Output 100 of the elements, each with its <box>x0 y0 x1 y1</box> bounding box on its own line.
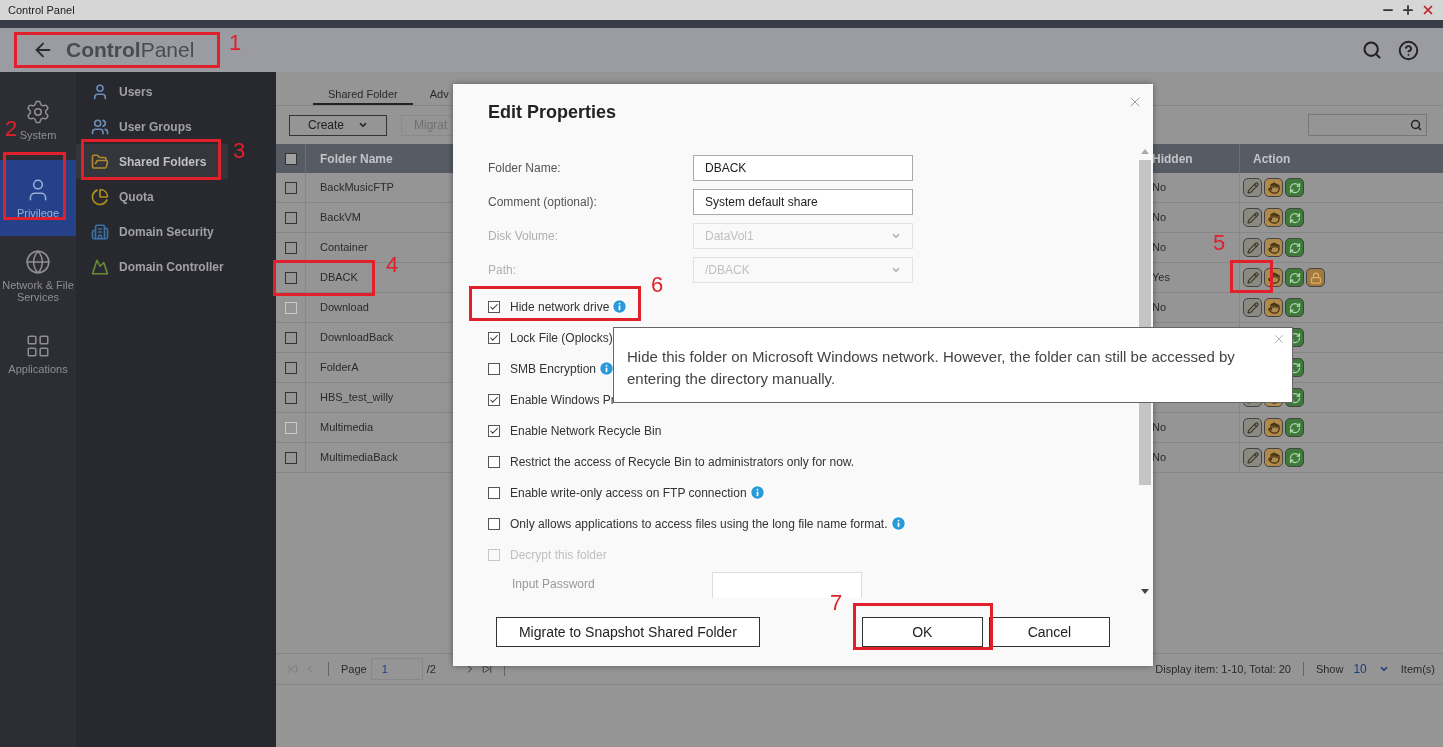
hand-icon[interactable] <box>1264 178 1283 197</box>
table-cell-text: No <box>1152 300 1167 316</box>
field-label: Folder Name: <box>488 160 562 177</box>
gear-icon <box>25 99 51 125</box>
checkbox[interactable] <box>284 391 297 404</box>
step-number: 3 <box>233 138 246 164</box>
option-label: Lock File (Oplocks) <box>510 329 613 347</box>
checkbox[interactable] <box>488 455 500 468</box>
checkbox[interactable] <box>284 241 297 254</box>
column-header[interactable]: Folder Name <box>320 149 393 168</box>
refresh-icon[interactable] <box>1285 208 1304 227</box>
maximize-icon[interactable] <box>1401 3 1415 17</box>
last-page-icon[interactable] <box>481 664 492 674</box>
field-label: Disk Volume: <box>488 228 560 245</box>
caret-icon <box>1378 664 1389 674</box>
checkbox[interactable] <box>488 424 500 437</box>
hand-icon[interactable] <box>1264 238 1283 257</box>
refresh-icon[interactable] <box>1285 238 1304 257</box>
info-icon[interactable] <box>598 360 616 377</box>
pencil-icon[interactable] <box>1243 448 1262 467</box>
step-number: 1 <box>229 30 242 56</box>
checkbox[interactable] <box>284 152 297 165</box>
input-field[interactable]: DBACK <box>693 155 913 181</box>
table-cell-text: Yes <box>1152 270 1170 286</box>
field-label: Path: <box>488 262 518 279</box>
option-label: Only allows applications to access files using the long file name format. <box>510 515 888 533</box>
table-cell-text: No <box>1152 420 1167 436</box>
hand-icon[interactable] <box>1264 208 1283 227</box>
help-icon[interactable] <box>1398 39 1419 61</box>
submenu-item[interactable]: Shared Folders <box>76 144 228 179</box>
pencil-icon[interactable] <box>1243 178 1262 197</box>
info-icon[interactable] <box>748 484 766 501</box>
page-title: ControlPanel <box>66 38 195 62</box>
checkbox[interactable] <box>488 331 500 344</box>
option-label: Enable write-only access on FTP connection <box>510 484 747 502</box>
nav-item[interactable]: Privilege <box>0 160 76 236</box>
table-cell-text: DownloadBack <box>320 330 394 346</box>
input-field[interactable]: System default share <box>693 189 913 215</box>
table-cell-text: BackMusicFTP <box>320 180 394 196</box>
mountain-icon <box>91 257 109 276</box>
pencil-icon[interactable] <box>1243 238 1262 257</box>
search-field[interactable] <box>1308 114 1427 136</box>
window-title: Control Panel <box>8 2 75 18</box>
refresh-icon[interactable] <box>1285 448 1304 467</box>
checkbox[interactable] <box>284 361 297 374</box>
option-label: Restrict the access of Recycle Bin to administrators only for now. <box>510 453 855 471</box>
step-number: 6 <box>651 272 664 298</box>
pencil-icon[interactable] <box>1243 268 1262 287</box>
tooltip-text: Hide this folder on Microsoft Windows network. However, the folder can still be accessed by entering the directory manually. <box>627 347 1236 389</box>
checkbox[interactable] <box>488 486 500 499</box>
table-cell-text: MultimediaBack <box>320 450 398 466</box>
folder-icon <box>91 152 109 171</box>
table-cell-text: FolderA <box>320 360 359 376</box>
checkbox[interactable] <box>284 181 297 194</box>
pencil-icon[interactable] <box>1243 208 1262 227</box>
close-icon[interactable] <box>1421 3 1435 17</box>
info-icon[interactable] <box>611 298 629 315</box>
checkbox[interactable] <box>284 451 297 464</box>
migrate-snapshot-button[interactable]: Migrate to Snapshot Shared Folder <box>496 617 760 647</box>
checkbox[interactable] <box>284 271 297 284</box>
hand-icon[interactable] <box>1264 448 1283 467</box>
display-info: Display item: 1-10, Total: 20 <box>1155 661 1291 677</box>
table-cell-text: Download <box>320 300 369 316</box>
checkbox[interactable] <box>488 393 500 406</box>
total-pages: /2 <box>426 661 436 677</box>
show-label: Show <box>1315 661 1344 677</box>
refresh-icon[interactable] <box>1285 268 1304 287</box>
submenu-item[interactable]: Quota <box>76 179 228 214</box>
submenu-item[interactable]: Domain Security <box>76 214 228 249</box>
nav-item[interactable]: Applications <box>8 363 68 375</box>
step-number: 7 <box>830 590 843 616</box>
grid-icon <box>25 333 51 359</box>
checkbox[interactable] <box>488 517 500 530</box>
user-icon <box>91 82 109 101</box>
page-field[interactable]: 1 <box>370 658 423 680</box>
step-number: 4 <box>386 252 399 278</box>
submenu-item[interactable]: User Groups <box>76 109 228 144</box>
tab[interactable]: Shared Folder <box>313 85 413 105</box>
create-button[interactable]: Create <box>289 114 387 136</box>
submenu-item[interactable]: Users <box>76 74 228 109</box>
column-header[interactable]: Action <box>1253 149 1291 168</box>
caret-icon <box>891 265 901 275</box>
refresh-icon[interactable] <box>1285 178 1304 197</box>
page-size-select[interactable]: 10 <box>1353 660 1389 678</box>
pie-chart-icon <box>91 187 109 206</box>
checkbox[interactable] <box>284 211 297 224</box>
info-icon[interactable] <box>889 515 907 532</box>
nav-item[interactable]: Network & File Services <box>0 279 76 303</box>
lock-icon[interactable] <box>1306 268 1325 287</box>
checkbox[interactable] <box>488 362 500 375</box>
submenu-item[interactable]: Domain Controller <box>76 249 228 284</box>
ok-button[interactable]: OK <box>861 617 983 647</box>
nav-item[interactable]: System <box>19 129 57 141</box>
cancel-button[interactable]: Cancel <box>988 617 1110 647</box>
checkbox[interactable] <box>488 300 500 313</box>
column-header[interactable]: Hidden <box>1152 149 1193 168</box>
search-icon[interactable] <box>1362 40 1382 60</box>
table-cell-text: Container <box>320 240 368 256</box>
table-cell-text: BackVM <box>320 210 361 226</box>
checkbox[interactable] <box>284 331 297 344</box>
